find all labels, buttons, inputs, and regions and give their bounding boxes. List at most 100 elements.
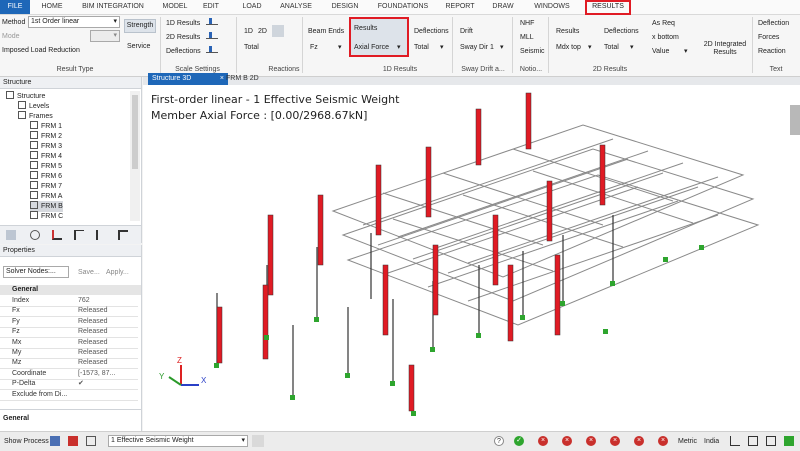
region-label[interactable]: India <box>704 437 719 446</box>
tab-structure-3d[interactable]: Structure 3D × <box>148 73 228 85</box>
fz-select[interactable]: Fz <box>310 43 318 52</box>
r2d-deflections-button[interactable]: Deflections <box>604 27 639 36</box>
scale-deflection-slider[interactable] <box>206 46 218 53</box>
property-value: Released <box>78 328 108 336</box>
property-row[interactable]: P-Delta ✔ <box>0 379 138 391</box>
x-bottom-select[interactable]: x bottom <box>652 33 679 42</box>
general-section-header[interactable]: General <box>0 285 141 295</box>
loads-icon[interactable] <box>52 230 62 240</box>
structure-view-icon[interactable] <box>6 230 16 240</box>
error-icon[interactable]: × <box>610 436 620 446</box>
scale-2d-slider[interactable] <box>206 32 218 39</box>
sway-dir-select[interactable]: Sway Dir 1 <box>460 43 494 52</box>
property-row[interactable]: Index 762 <box>0 296 138 307</box>
menu-bim-integration[interactable]: BIM INTEGRATION <box>76 0 150 14</box>
chevron-down-icon: ▾ <box>113 18 117 25</box>
as-req-select[interactable]: As Req <box>652 19 675 28</box>
mll-button[interactable]: MLL <box>520 33 534 42</box>
process-icon[interactable] <box>50 436 60 446</box>
nhf-button[interactable]: NHF <box>520 19 534 28</box>
property-row[interactable]: Mz Released <box>0 358 138 370</box>
frame-icon <box>30 181 38 189</box>
reaction-arrows-icon[interactable] <box>272 25 284 37</box>
menu-draw[interactable]: DRAW <box>488 0 518 14</box>
show-process-label[interactable]: Show Process <box>4 437 49 446</box>
error-icon[interactable]: × <box>538 436 548 446</box>
group-2d-results: 2D Results <box>592 66 628 73</box>
ribbon-separator <box>302 17 303 73</box>
property-row[interactable]: Exclude from Di... <box>0 390 138 401</box>
loads-icon[interactable] <box>68 436 78 446</box>
property-row[interactable]: Coordinate [-1573, 87... <box>0 369 138 380</box>
error-icon[interactable]: × <box>658 436 668 446</box>
strength-button[interactable]: Strength <box>124 19 156 33</box>
apply-button[interactable]: Apply... <box>106 268 129 277</box>
property-row[interactable]: Fy Released <box>0 317 138 328</box>
mdx-top-select[interactable]: Mdx top <box>556 43 581 52</box>
reactions-2d-button[interactable]: 2D <box>258 27 267 36</box>
menu-home[interactable]: HOME <box>36 0 68 14</box>
scale-1d-slider[interactable] <box>206 18 218 25</box>
value-select[interactable]: Value <box>652 47 669 56</box>
save-button[interactable]: Save... <box>78 268 100 277</box>
text-deflection-button[interactable]: Deflection <box>758 19 789 28</box>
r2d-total-select[interactable]: Total <box>604 43 619 52</box>
email-icon[interactable] <box>86 436 96 446</box>
menu-windows[interactable]: WINDOWS <box>530 0 574 14</box>
error-icon[interactable]: × <box>562 436 572 446</box>
tree-item[interactable]: FRM C <box>30 211 63 222</box>
drift-button[interactable]: Drift <box>460 27 473 36</box>
loadcase-select[interactable]: 1 Effective Seismic Weight ▾ <box>108 435 248 447</box>
group-1d-results: 1D Results <box>382 66 418 73</box>
r1d-total-select[interactable]: Total <box>414 43 429 52</box>
globe-icon[interactable] <box>30 230 40 240</box>
menu-edit[interactable]: EDIT <box>198 0 224 14</box>
beam-ends-button[interactable]: Beam Ends <box>308 27 344 36</box>
property-row[interactable]: Fz Released <box>0 327 138 339</box>
service-button[interactable]: Service <box>127 42 150 51</box>
snap-icon[interactable] <box>766 436 776 446</box>
menu-foundations[interactable]: FOUNDATIONS <box>374 0 432 14</box>
tree-item-label: FRM B <box>41 203 63 210</box>
sections-icon[interactable] <box>118 230 128 240</box>
2d-integrated-results-button[interactable]: 2D Integrated Results <box>700 41 750 57</box>
check-icon[interactable]: ✓ <box>514 436 524 446</box>
status-ok-icon[interactable] <box>784 436 794 446</box>
menu-report[interactable]: REPORT <box>442 0 478 14</box>
menu-load[interactable]: LOAD <box>238 0 266 14</box>
menu-analyse[interactable]: ANALYSE <box>276 0 316 14</box>
error-icon[interactable]: × <box>586 436 596 446</box>
imposed-load-reduction[interactable]: Imposed Load Reduction <box>2 46 80 55</box>
menu-design[interactable]: DESIGN <box>326 0 364 14</box>
next-loadcase-icon[interactable] <box>252 435 264 447</box>
axes-icon[interactable] <box>730 436 740 446</box>
groups-icon[interactable] <box>74 230 84 240</box>
text-forces-button[interactable]: Forces <box>758 33 779 42</box>
axis-z-label: Z <box>177 356 182 365</box>
r2d-results-button[interactable]: Results <box>556 27 579 36</box>
property-value: ✔ <box>78 380 84 388</box>
text-reaction-button[interactable]: Reaction <box>758 47 786 56</box>
help-icon[interactable]: ? <box>494 436 504 446</box>
tab-frm-b-2d[interactable]: FRM B 2D <box>222 73 282 85</box>
property-row[interactable]: Mx Released <box>0 338 138 349</box>
structure-3d-viewport[interactable]: First-order linear - 1 Effective Seismic… <box>143 85 800 431</box>
property-row[interactable]: Fx Released <box>0 306 138 318</box>
menu-model[interactable]: MODEL <box>158 0 192 14</box>
properties-panel: Properties Solver Nodes:... Save... Appl… <box>0 245 142 431</box>
units-label[interactable]: Metric <box>678 437 697 446</box>
members-icon[interactable] <box>96 230 106 240</box>
property-row[interactable]: My Released <box>0 348 138 359</box>
mode-select[interactable]: ▾ <box>90 30 120 42</box>
r1d-deflections-button[interactable]: Deflections <box>414 27 449 36</box>
view-cube[interactable] <box>790 105 800 135</box>
menu-file[interactable]: FILE <box>0 0 30 14</box>
seismic-button[interactable]: Seismic <box>520 47 545 56</box>
tree-scrollbar[interactable] <box>130 91 140 221</box>
solver-nodes-select[interactable]: Solver Nodes:... <box>3 266 69 278</box>
reactions-1d-button[interactable]: 1D <box>244 27 253 36</box>
error-icon[interactable]: × <box>634 436 644 446</box>
method-select[interactable]: 1st Order linear ▾ <box>28 16 120 28</box>
grid-icon[interactable] <box>748 436 758 446</box>
reactions-total-select[interactable]: Total <box>244 43 259 52</box>
